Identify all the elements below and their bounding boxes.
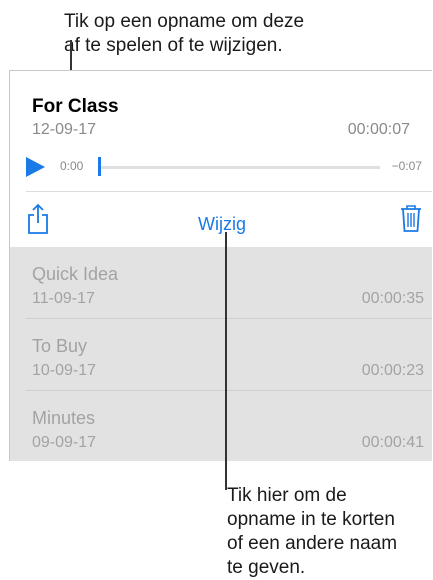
- callout-line: te geven.: [227, 557, 306, 578]
- list-item[interactable]: To Buy 10-09-17 00:00:23: [10, 319, 432, 390]
- recordings-list: Quick Idea 11-09-17 00:00:35 To Buy 10-0…: [10, 247, 432, 461]
- play-icon: [26, 157, 45, 177]
- list-item[interactable]: Minutes 09-09-17 00:00:41: [10, 391, 432, 462]
- play-button[interactable]: [24, 156, 46, 178]
- callout-line: of een andere naam: [227, 533, 398, 554]
- time-remaining: −0:07: [391, 159, 422, 173]
- callout-line: af te spelen of te wijzigen.: [64, 35, 283, 56]
- trash-icon: [401, 205, 421, 232]
- time-elapsed: 0:00: [60, 159, 84, 173]
- share-icon: [28, 203, 48, 234]
- share-button[interactable]: [26, 203, 50, 235]
- callout-edit-recording: Tik hier om de opname in te korten of ee…: [227, 484, 397, 580]
- recording-date: 12-09-17: [32, 121, 97, 138]
- recording-date: 10-09-17: [32, 362, 97, 379]
- recording-title: To Buy: [32, 336, 88, 356]
- selected-recording[interactable]: For Class 12-09-17 00:00:07 0:00 −0:07 W…: [10, 71, 432, 246]
- recording-duration: 00:00:23: [361, 362, 424, 379]
- recording-title: For Class: [32, 96, 119, 117]
- list-item[interactable]: Quick Idea 11-09-17 00:00:35: [10, 247, 432, 318]
- delete-button[interactable]: [400, 204, 422, 232]
- callout-tap-recording: Tik op een opname om deze af te spelen o…: [64, 10, 304, 58]
- callout-line: Tik op een opname om deze: [64, 11, 305, 32]
- recording-date: 11-09-17: [32, 290, 95, 307]
- scrubber-handle[interactable]: [98, 157, 101, 176]
- callout-line: opname in te korten: [227, 509, 395, 530]
- recording-duration: 00:00:35: [361, 290, 424, 307]
- callout-leader-line: [225, 232, 227, 490]
- callout-line: Tik hier om de: [227, 485, 347, 506]
- recording-duration: 00:00:07: [347, 121, 410, 138]
- edit-button[interactable]: Wijzig: [198, 214, 246, 235]
- divider: [26, 191, 432, 192]
- scrubber-track[interactable]: [100, 166, 380, 169]
- recording-date: 09-09-17: [32, 434, 97, 451]
- recording-title: Minutes: [32, 408, 96, 428]
- recording-duration: 00:00:41: [361, 434, 424, 451]
- recordings-panel: For Class 12-09-17 00:00:07 0:00 −0:07 W…: [9, 70, 432, 461]
- recording-title: Quick Idea: [32, 264, 119, 284]
